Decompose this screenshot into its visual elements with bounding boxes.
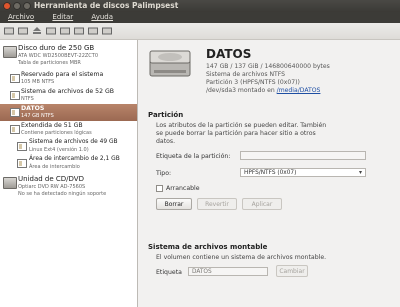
partition-title: DATOS <box>21 105 45 112</box>
partition-title: Sistema de archivos de 49 GB <box>29 139 118 145</box>
tree-item-hdd[interactable]: Disco duro de 250 GB ATA WDC WD2500BEVT-… <box>0 42 137 70</box>
volume-fs: Sistema de archivos NTFS <box>206 71 286 78</box>
window-controls <box>3 2 31 10</box>
volume-title: DATOS <box>206 47 252 61</box>
optical-drive-icon <box>3 177 17 189</box>
partition-label-caption: Etiqueta de la partición: <box>156 153 231 160</box>
partition-icon <box>10 74 20 83</box>
partition-subtitle: 147 GB NTFS <box>21 113 54 119</box>
dropdown-arrow-icon: ▾ <box>358 169 362 176</box>
partition-title: Extendida de 51 GB <box>21 122 83 129</box>
partition-desc-1: Los atributos de la partición se pueden … <box>156 122 327 129</box>
delete-button[interactable]: Borrar <box>156 198 192 210</box>
window-title: Herramienta de discos Palimpsest <box>34 1 179 10</box>
drive-icon[interactable] <box>102 26 112 35</box>
drive-icon[interactable] <box>4 26 14 35</box>
close-icon[interactable] <box>3 2 11 10</box>
revert-button[interactable]: Revertir <box>197 198 237 210</box>
fs-label-caption: Etiqueta <box>156 269 182 276</box>
partition-subtitle: Contiene particiones lógicas <box>21 130 92 136</box>
partition-subtitle: Área de intercambio <box>29 164 80 170</box>
tree-item-extended[interactable]: Extendida de 51 GB Contiene particiones … <box>0 121 137 138</box>
partition-icon <box>10 108 20 117</box>
partition-title: Reservado para el sistema <box>21 71 104 78</box>
type-select[interactable]: HPFS/NTFS (0x07) ▾ <box>240 168 366 177</box>
mount-prefix: /dev/sda3 montado en <box>206 87 275 94</box>
fs-desc: El volumen contiene un sistema de archiv… <box>156 254 327 261</box>
minimize-icon[interactable] <box>13 2 21 10</box>
tree-item-partition-selected[interactable]: DATOS 147 GB NTFS <box>0 104 137 121</box>
cd-model: Optiarc DVD RW AD-7560S <box>18 184 86 190</box>
menu-ayuda[interactable]: Ayuda <box>87 13 117 21</box>
type-caption: Tipo: <box>156 170 172 177</box>
partition-icon <box>17 142 27 151</box>
device-tree[interactable]: Disco duro de 250 GB ATA WDC WD2500BEVT-… <box>0 40 138 307</box>
drive-icon[interactable] <box>46 26 56 35</box>
menu-editar-label: Editar <box>52 13 74 21</box>
drive-icon[interactable] <box>18 26 28 35</box>
fs-label-value: DATOS <box>192 269 212 275</box>
tree-item-partition[interactable]: Reservado para el sistema 105 MB NTFS <box>0 70 137 87</box>
fs-label-input[interactable]: DATOS <box>188 267 268 276</box>
partition-label-input[interactable] <box>240 151 366 160</box>
section-partition-title: Partición <box>148 111 184 119</box>
tree-item-partition[interactable]: Sistema de archivos de 52 GB NTFS <box>0 87 137 104</box>
bootable-label: Arrancable <box>166 185 200 192</box>
hdd-model: ATA WDC WD2500BEVT-22ZCT0 <box>18 53 99 59</box>
volume-partition: Partición 3 (HPFS/NTFS (0x07)) <box>206 79 300 86</box>
hdd-title: Disco duro de 250 GB <box>18 44 95 52</box>
partition-icon <box>10 91 20 100</box>
partition-desc-2: se puede borrar la partición para hacer … <box>156 130 316 137</box>
drive-icon[interactable] <box>60 26 70 35</box>
cd-title: Unidad de CD/DVD <box>18 175 84 183</box>
partition-subtitle: 105 MB NTFS <box>21 79 55 85</box>
volume-size: 147 GB / 137 GiB / 146800640000 bytes <box>206 63 330 70</box>
bootable-checkbox[interactable] <box>156 185 163 192</box>
drive-icon[interactable] <box>88 26 98 35</box>
mount-link[interactable]: /media/DATOS <box>277 87 321 94</box>
hdd-table: Tabla de particiones MBR <box>18 60 81 66</box>
partition-title: Sistema de archivos de 52 GB <box>21 88 115 95</box>
menu-archivo-label: Archivo <box>8 13 35 21</box>
hard-disk-icon <box>3 46 17 58</box>
partition-subtitle: Linux Ext4 (versión 1.0) <box>29 147 89 153</box>
eject-icon[interactable] <box>32 26 42 35</box>
app-window: Herramienta de discos Palimpsest Archivo… <box>0 0 400 307</box>
type-select-value: HPFS/NTFS (0x07) <box>244 170 297 176</box>
partition-subtitle: NTFS <box>21 96 34 102</box>
section-fs-title: Sistema de archivos montable <box>148 243 268 251</box>
detail-pane: DATOS 147 GB / 137 GiB / 146800640000 by… <box>138 40 400 307</box>
hard-disk-large-icon <box>149 50 191 77</box>
change-button[interactable]: Cambiar <box>276 265 308 277</box>
cd-status: No se ha detectado ningún soporte <box>18 191 107 197</box>
title-bar: Herramienta de discos Palimpsest <box>0 0 400 12</box>
drive-icon[interactable] <box>74 26 84 35</box>
partition-desc-3: datos. <box>156 138 176 145</box>
partition-icon <box>10 125 20 134</box>
menu-ayuda-label: Ayuda <box>91 13 114 21</box>
maximize-icon[interactable] <box>23 2 31 10</box>
volume-mount: /dev/sda3 montado en /media/DATOS <box>206 87 320 94</box>
menu-editar[interactable]: Editar <box>48 13 77 21</box>
apply-button[interactable]: Aplicar <box>242 198 282 210</box>
tree-item-cd[interactable]: Unidad de CD/DVD Optiarc DVD RW AD-7560S… <box>0 173 137 201</box>
partition-icon <box>17 159 27 168</box>
tree-item-logical[interactable]: Área de intercambio de 2,1 GB Área de in… <box>0 155 137 172</box>
menu-bar: Archivo Editar Ayuda <box>0 12 400 23</box>
tree-item-logical[interactable]: Sistema de archivos de 49 GB Linux Ext4 … <box>0 138 137 155</box>
toolbar <box>0 23 400 40</box>
partition-title: Área de intercambio de 2,1 GB <box>29 156 120 162</box>
menu-archivo[interactable]: Archivo <box>4 13 38 21</box>
